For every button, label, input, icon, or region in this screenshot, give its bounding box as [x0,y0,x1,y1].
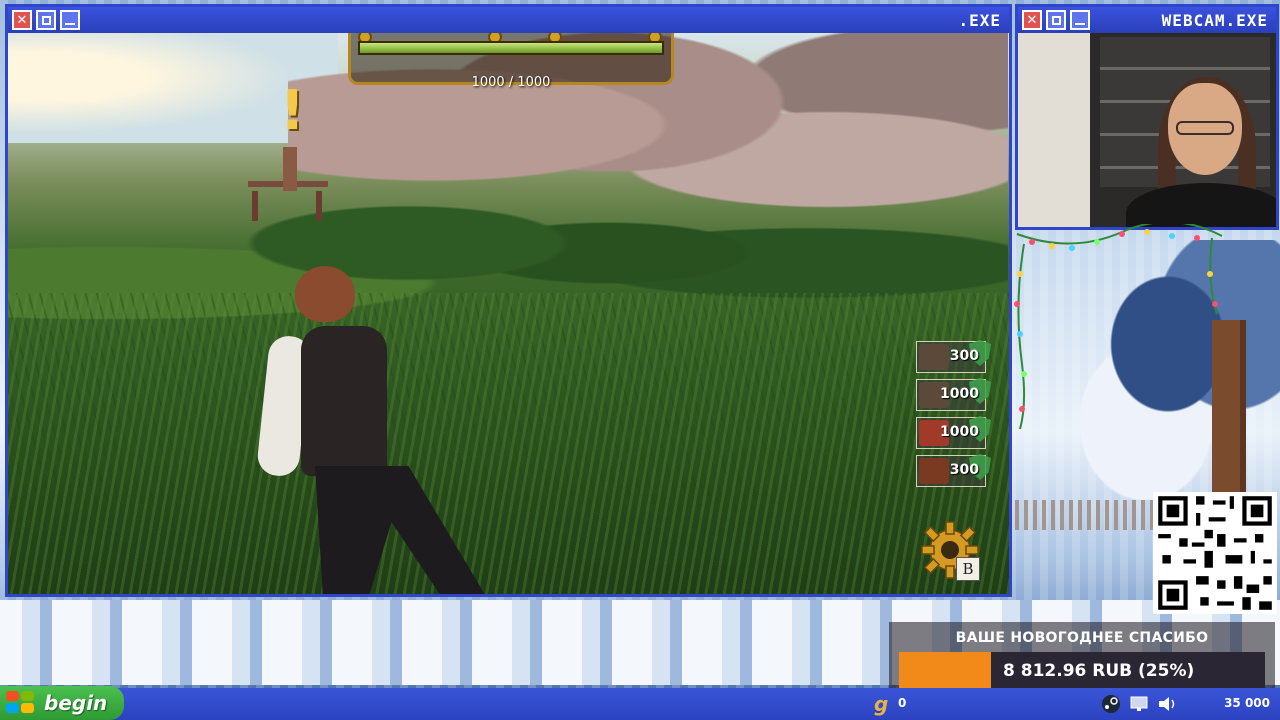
resource-item[interactable]: 300 [916,340,991,373]
taskbar-right-counter: 35 000 [1224,696,1270,710]
character-hair [295,266,355,322]
close-button[interactable]: ✕ [1022,10,1042,30]
maximize-icon [41,15,51,25]
streamer-body [1126,183,1276,227]
donation-goal-widget: ВАШЕ НОВОГОДНЕЕ СПАСИБО 8 812.96 RUB (25… [889,622,1275,696]
quest-marker-icon: ! [280,79,305,142]
background-fence [1015,500,1165,530]
quest-bench [248,147,328,227]
close-icon: ✕ [16,12,28,28]
donation-title: ВАШЕ НОВОГОДНЕЕ СПАСИБО [955,630,1209,646]
game-window-titlebar[interactable]: ✕ .EXE [8,7,1009,33]
close-icon: ✕ [1026,12,1038,28]
donation-progress-bar: 8 812.96 RUB (25%) [899,652,1265,690]
resource-value: 300 [949,348,979,364]
resource-value: 1000 [940,424,979,440]
webcam-window-titlebar[interactable]: ✕ WEBCAM.EXE [1018,7,1276,33]
minimize-icon [65,23,75,25]
resource-value: 1000 [940,386,979,402]
crossbow-icon [919,344,949,370]
health-bar: 1000 / 1000 [348,33,674,90]
webcam-window[interactable]: ✕ WEBCAM.EXE [1015,4,1279,230]
webcam-feed [1018,33,1276,227]
maximize-button[interactable] [1046,10,1066,30]
minimize-icon [1075,23,1085,25]
donation-amount: 8 812.96 RUB (25%) [1003,661,1195,681]
donation-progress-fill [899,652,991,690]
system-tray [1100,690,1178,718]
resource-list: 300 1000 1000 300 [916,340,991,493]
resource-item[interactable]: 1000 [916,378,991,411]
game-window[interactable]: ✕ .EXE ! 1000 / 1000 300 1000 1000 300 B [5,4,1012,597]
health-text: 1000 / 1000 [471,75,551,90]
character-vest [301,326,387,476]
health-bar-fill [358,41,664,55]
monitor-icon[interactable] [1128,693,1150,715]
start-button[interactable]: begin [0,686,124,720]
taskbar [0,688,1280,720]
game-viewport[interactable]: ! 1000 / 1000 300 1000 1000 300 B [8,33,1009,594]
taskbar-logo-icon: g [874,692,889,716]
donation-qr-code[interactable] [1153,492,1277,614]
webcam-window-title: WEBCAM.EXE [1161,10,1268,30]
streamer-glasses [1176,121,1234,135]
resource-item[interactable]: 1000 [916,416,991,449]
close-button[interactable]: ✕ [12,10,32,30]
player-character [255,266,503,594]
build-hotkey: B [956,557,980,581]
game-window-title: .EXE [958,10,1001,30]
volume-icon[interactable] [1156,693,1178,715]
steam-icon[interactable] [1100,693,1122,715]
start-label: begin [44,691,108,715]
christmas-lights [1014,224,1223,430]
taskbar-left-counter: 0 [898,696,907,710]
maximize-button[interactable] [36,10,56,30]
resource-item[interactable]: 300 [916,454,991,487]
minimize-button[interactable] [60,10,80,30]
resource-value: 300 [949,462,979,478]
game-grass [8,293,1009,594]
character-legs [315,466,485,594]
guard-soldier-icon [919,458,949,484]
maximize-icon [1051,15,1061,25]
start-logo-icon [6,691,36,715]
minimize-button[interactable] [1070,10,1090,30]
